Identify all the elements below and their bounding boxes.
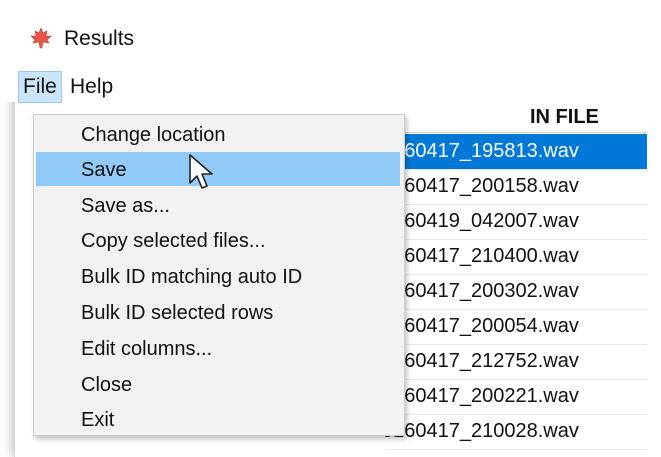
table-row[interactable]: 0160417_200158.wav	[382, 169, 647, 205]
table-row[interactable]: 0160419_042007.wav	[382, 204, 647, 240]
table-row[interactable]: 0160417_200054.wav	[382, 309, 647, 345]
menu-item-save[interactable]: Save	[36, 152, 400, 186]
menu-item-copy-selected-files[interactable]: Copy selected files...	[36, 223, 400, 257]
in-file-cell: 0160417_200302.wav	[382, 280, 579, 302]
in-file-cell: 0160417_200221.wav	[382, 385, 579, 407]
in-file-cell: 0160417_200054.wav	[382, 315, 579, 337]
window-title: Results	[64, 27, 135, 50]
in-file-cell: 0160417_200158.wav	[382, 175, 579, 197]
menu-help[interactable]: Help	[70, 72, 113, 102]
menu-item-bulk-id-selected-rows[interactable]: Bulk ID selected rows	[36, 295, 400, 329]
table-row[interactable]: 0160417_200302.wav	[382, 274, 647, 310]
menu-item-save-as[interactable]: Save as...	[36, 188, 400, 222]
mouse-pointer-icon	[189, 154, 213, 189]
column-header-label: IN FILE	[530, 106, 599, 128]
menu-item-bulk-id-matching-auto-id[interactable]: Bulk ID matching auto ID	[36, 259, 400, 293]
file-menu-dropdown: Change location Save Save as... Copy sel…	[33, 114, 405, 436]
table-row[interactable]: 0160417_212752.wav	[382, 344, 647, 380]
column-header-in-file[interactable]: IN FILE	[386, 104, 647, 133]
in-file-cell: 0160419_042007.wav	[382, 210, 579, 232]
menu-file[interactable]: File	[18, 71, 62, 103]
table-row[interactable]: 0160417_210028.wav	[382, 414, 647, 450]
menu-item-change-location[interactable]: Change location	[36, 117, 400, 151]
menu-item-close[interactable]: Close	[36, 367, 400, 401]
results-table: IN FILE 0160417_195813.wav 0160417_20015…	[382, 104, 647, 450]
in-file-cell: 0160417_210400.wav	[382, 245, 579, 267]
table-row[interactable]: 0160417_195813.wav	[382, 134, 647, 170]
table-row[interactable]: 0160417_210400.wav	[382, 239, 647, 275]
table-row[interactable]: 0160417_200221.wav	[382, 379, 647, 415]
menu-item-edit-columns[interactable]: Edit columns...	[36, 331, 400, 365]
maple-leaf-icon	[30, 27, 52, 49]
in-file-cell: 0160417_210028.wav	[382, 420, 579, 442]
title-bar: Results	[0, 0, 661, 70]
in-file-cell: 0160417_195813.wav	[382, 140, 579, 162]
in-file-cell: 0160417_212752.wav	[382, 350, 579, 372]
menu-item-exit[interactable]: Exit	[36, 402, 400, 436]
